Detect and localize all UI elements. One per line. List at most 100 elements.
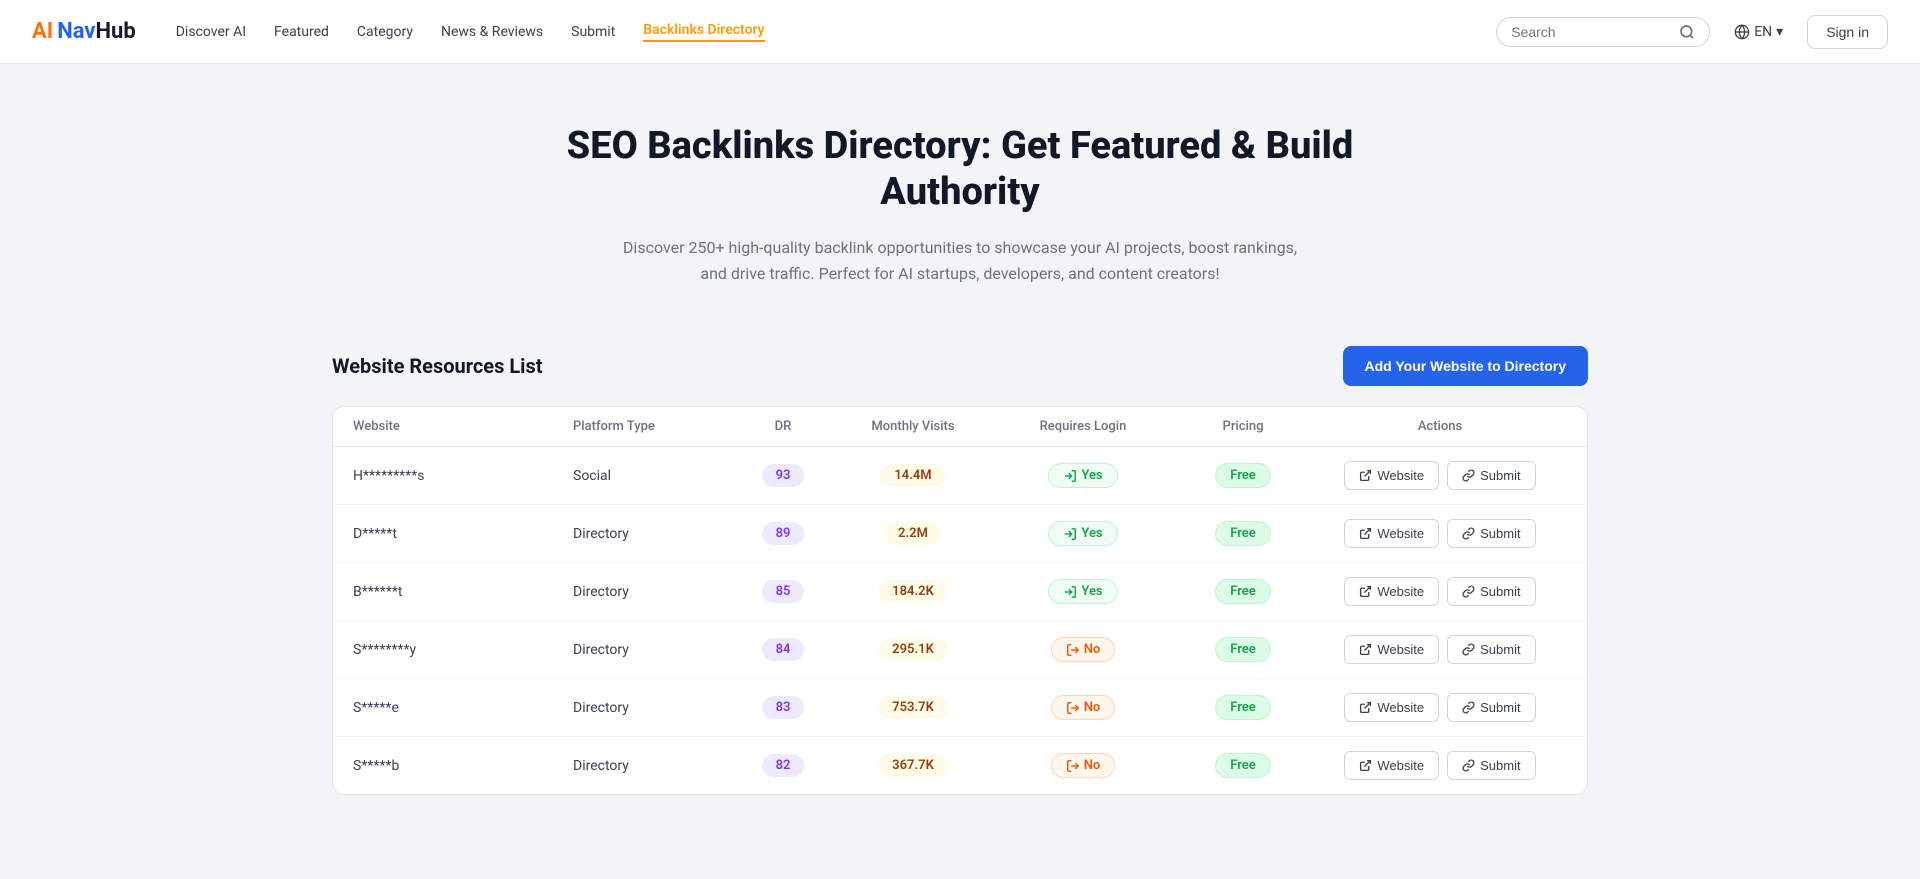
pricing-badge: Free: [1215, 579, 1271, 604]
search-box[interactable]: [1496, 17, 1710, 47]
col-header-visits: Monthly Visits: [833, 419, 993, 434]
submit-button[interactable]: Submit: [1447, 577, 1535, 606]
visits-badge: 2.2M: [884, 522, 942, 545]
table-row: S********y Directory 84 295.1K No Free W…: [333, 621, 1587, 679]
dr-badge: 84: [762, 638, 805, 661]
cell-website: S********y: [353, 642, 573, 658]
cell-platform: Directory: [573, 642, 733, 658]
cell-visits: 367.7K: [833, 754, 993, 777]
submit-button[interactable]: Submit: [1447, 693, 1535, 722]
table-rows-container: H*********s Social 93 14.4M Yes Free Web…: [333, 447, 1587, 794]
nav-backlinks-directory[interactable]: Backlinks Directory: [643, 22, 764, 42]
action-btns: Website Submit: [1344, 461, 1535, 490]
cell-visits: 184.2K: [833, 580, 993, 603]
col-header-actions: Actions: [1313, 419, 1567, 434]
nav-submit[interactable]: Submit: [571, 24, 615, 40]
nav-discover-ai[interactable]: Discover AI: [176, 24, 246, 40]
visits-badge: 14.4M: [880, 464, 945, 487]
add-website-button[interactable]: Add Your Website to Directory: [1343, 346, 1588, 386]
logo-hub: Hub: [96, 19, 136, 44]
submit-button[interactable]: Submit: [1447, 461, 1535, 490]
cell-login: Yes: [993, 463, 1173, 488]
cell-dr: 89: [733, 522, 833, 545]
link-icon: [1462, 701, 1475, 714]
cell-login: Yes: [993, 579, 1173, 604]
login-badge: Yes: [1048, 579, 1117, 604]
cell-dr: 93: [733, 464, 833, 487]
data-table: Website Platform Type DR Monthly Visits …: [332, 406, 1588, 795]
table-title: Website Resources List: [332, 354, 543, 378]
table-row: S*****e Directory 83 753.7K No Free Webs…: [333, 679, 1587, 737]
dr-badge: 85: [762, 580, 805, 603]
hero-subtitle: Discover 250+ high-quality backlink oppo…: [620, 235, 1300, 286]
cell-pricing: Free: [1173, 521, 1313, 546]
action-btns: Website Submit: [1344, 693, 1535, 722]
col-header-platform: Platform Type: [573, 419, 733, 434]
cell-dr: 83: [733, 696, 833, 719]
cell-actions: Website Submit: [1313, 751, 1567, 780]
cell-website: S*****b: [353, 758, 573, 774]
submit-button[interactable]: Submit: [1447, 635, 1535, 664]
cell-pricing: Free: [1173, 753, 1313, 778]
login-badge: Yes: [1048, 463, 1117, 488]
search-input[interactable]: [1511, 24, 1671, 40]
search-icon: [1679, 24, 1695, 40]
cell-platform: Social: [573, 468, 733, 484]
action-btns: Website Submit: [1344, 577, 1535, 606]
main-content: Website Resources List Add Your Website …: [300, 326, 1620, 855]
dr-badge: 93: [762, 464, 805, 487]
cell-website: H*********s: [353, 468, 573, 484]
cell-visits: 14.4M: [833, 464, 993, 487]
col-header-login: Requires Login: [993, 419, 1173, 434]
pricing-badge: Free: [1215, 637, 1271, 662]
cell-platform: Directory: [573, 526, 733, 542]
login-badge: No: [1051, 637, 1116, 662]
nav-right: EN ▾ Sign in: [1496, 15, 1888, 49]
sign-in-button[interactable]: Sign in: [1807, 15, 1888, 49]
cell-platform: Directory: [573, 758, 733, 774]
visits-badge: 753.7K: [878, 696, 948, 719]
link-icon: [1462, 469, 1475, 482]
lang-label: EN: [1754, 24, 1772, 40]
cell-website: D*****t: [353, 526, 573, 542]
nav-featured[interactable]: Featured: [274, 24, 329, 40]
website-button[interactable]: Website: [1344, 519, 1439, 548]
visits-badge: 295.1K: [878, 638, 948, 661]
language-selector[interactable]: EN ▾: [1726, 18, 1791, 46]
cell-login: No: [993, 695, 1173, 720]
submit-button[interactable]: Submit: [1447, 751, 1535, 780]
login-badge: Yes: [1048, 521, 1117, 546]
hero-section: SEO Backlinks Directory: Get Featured & …: [0, 64, 1920, 326]
action-btns: Website Submit: [1344, 751, 1535, 780]
hero-title: SEO Backlinks Directory: Get Featured & …: [510, 124, 1410, 215]
submit-button[interactable]: Submit: [1447, 519, 1535, 548]
website-button[interactable]: Website: [1344, 577, 1439, 606]
globe-icon: [1734, 24, 1750, 40]
cell-login: No: [993, 753, 1173, 778]
cell-login: No: [993, 637, 1173, 662]
external-link-icon: [1359, 701, 1372, 714]
website-button[interactable]: Website: [1344, 693, 1439, 722]
logo-ai: AI: [32, 19, 53, 44]
table-row: S*****b Directory 82 367.7K No Free Webs…: [333, 737, 1587, 794]
link-icon: [1462, 759, 1475, 772]
website-button[interactable]: Website: [1344, 751, 1439, 780]
website-button[interactable]: Website: [1344, 635, 1439, 664]
table-col-headers: Website Platform Type DR Monthly Visits …: [333, 407, 1587, 447]
cell-visits: 2.2M: [833, 522, 993, 545]
action-btns: Website Submit: [1344, 635, 1535, 664]
table-row: B******t Directory 85 184.2K Yes Free We…: [333, 563, 1587, 621]
col-header-pricing: Pricing: [1173, 419, 1313, 434]
cell-actions: Website Submit: [1313, 577, 1567, 606]
website-button[interactable]: Website: [1344, 461, 1439, 490]
dr-badge: 83: [762, 696, 805, 719]
nav-category[interactable]: Category: [357, 24, 413, 40]
external-link-icon: [1359, 759, 1372, 772]
nav-news-reviews[interactable]: News & Reviews: [441, 24, 543, 40]
cell-pricing: Free: [1173, 695, 1313, 720]
navbar: AI NavHub Discover AI Featured Category …: [0, 0, 1920, 64]
cell-pricing: Free: [1173, 463, 1313, 488]
cell-actions: Website Submit: [1313, 693, 1567, 722]
table-row: H*********s Social 93 14.4M Yes Free Web…: [333, 447, 1587, 505]
col-header-website: Website: [353, 419, 573, 434]
